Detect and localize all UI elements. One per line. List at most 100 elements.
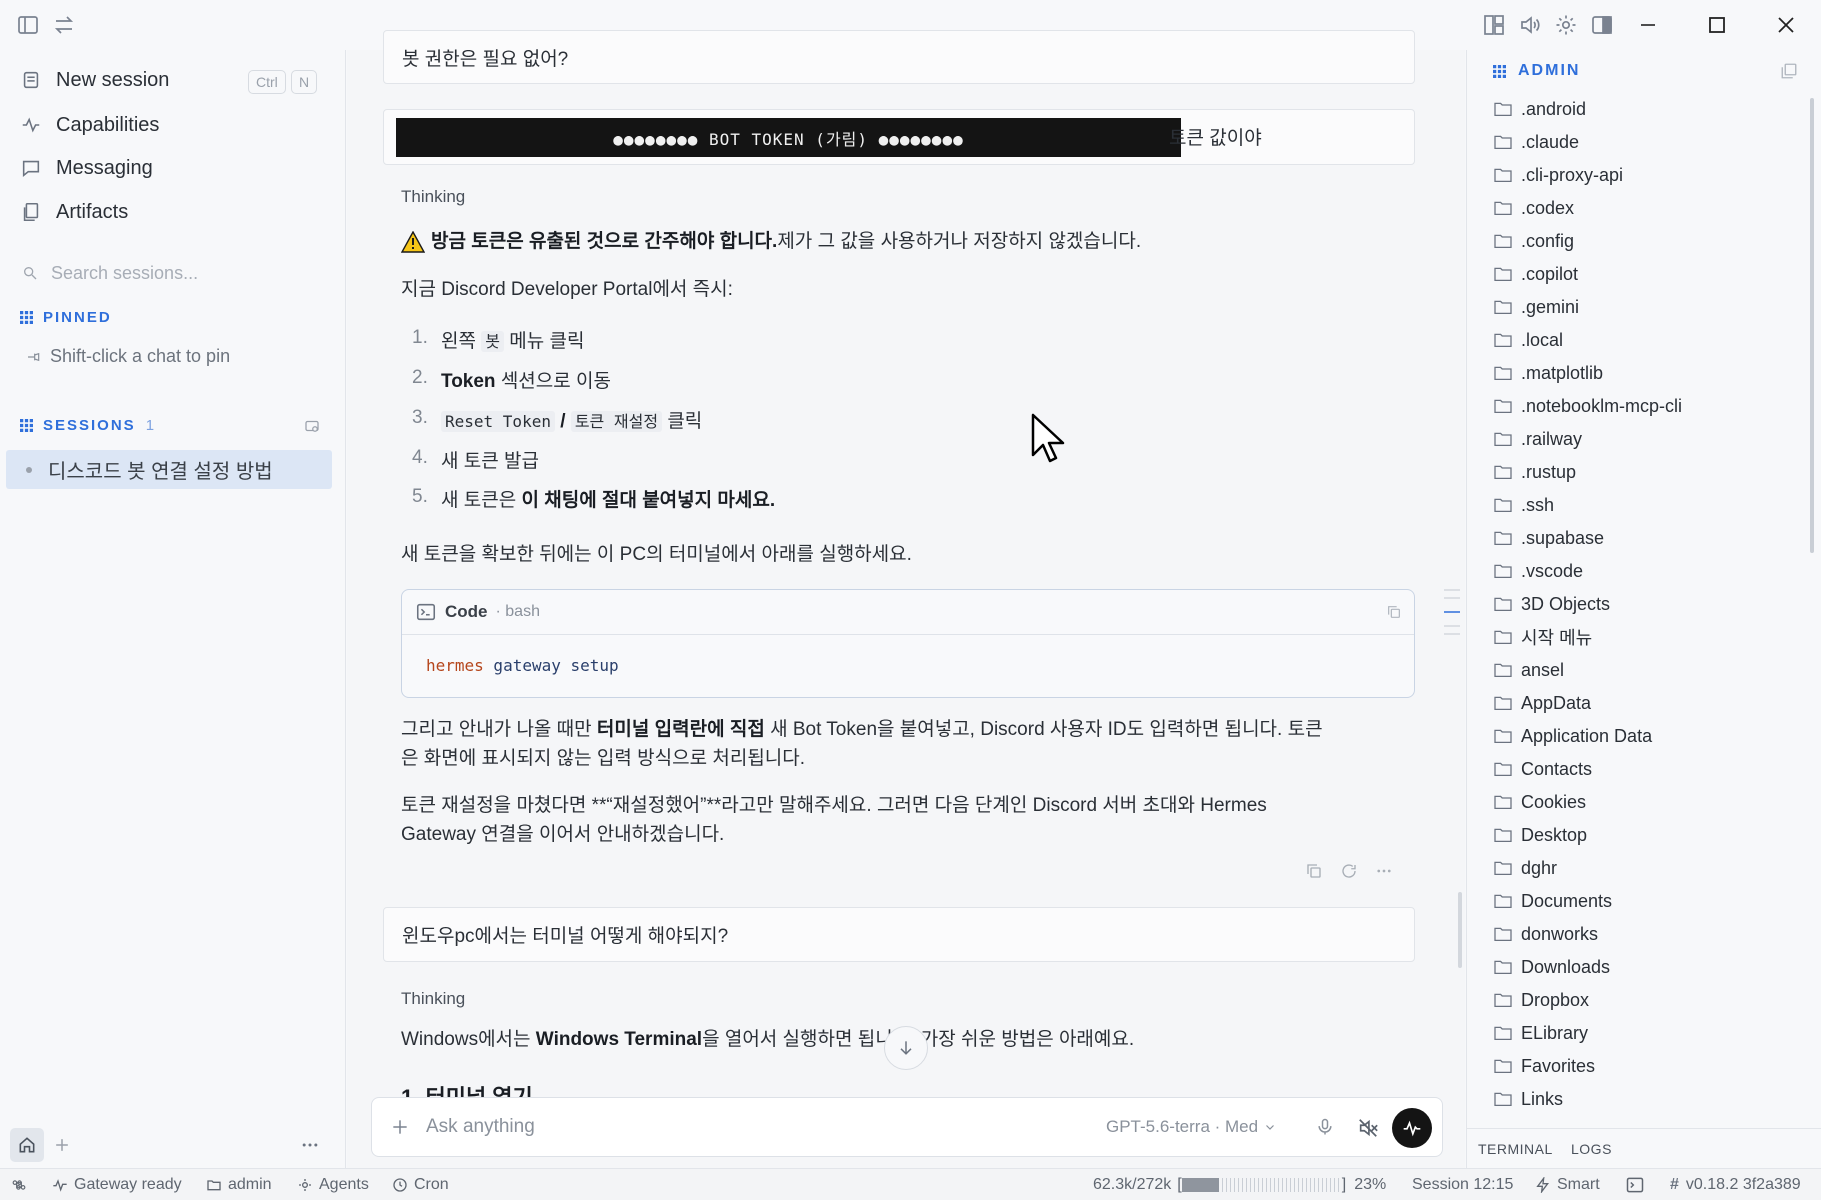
copy-code-icon[interactable]	[1386, 604, 1402, 620]
folder-item[interactable]: ELibrary	[1493, 1018, 1588, 1048]
add-tab-icon[interactable]	[52, 1135, 72, 1155]
chat-scrollbar-thumb[interactable]	[1458, 892, 1462, 968]
pinned-hint-text: Shift-click a chat to pin	[50, 346, 231, 366]
session-item[interactable]: 디스코드 봇 연결 설정 방법	[6, 450, 332, 489]
folder-item[interactable]: Links	[1493, 1084, 1563, 1114]
folder-label: 시작 메뉴	[1521, 628, 1593, 648]
model-select[interactable]: GPT-5.6-terra · Med	[1106, 1117, 1276, 1137]
folder-item[interactable]: .railway	[1493, 424, 1582, 454]
terminal-toggle-icon[interactable]	[1625, 1169, 1645, 1200]
folder-item[interactable]: Application Data	[1493, 721, 1652, 751]
folder-item[interactable]: .codex	[1493, 193, 1574, 223]
folder-item[interactable]: .ssh	[1493, 490, 1554, 520]
more-icon[interactable]	[300, 1135, 320, 1155]
sessions-header: SESSIONS 1	[20, 417, 156, 434]
step-number: 1.	[412, 327, 428, 348]
folder-label: Contacts	[1521, 758, 1593, 779]
message-minimap[interactable]	[1444, 588, 1460, 636]
folder-item[interactable]: 3D Objects	[1493, 589, 1610, 619]
session-settings-icon[interactable]	[303, 417, 321, 435]
scroll-to-bottom-button[interactable]	[884, 1026, 928, 1070]
warning-rest: 제가 그 값을 사용하거나 저장하지 않겠습니다.	[777, 231, 1142, 252]
folder-icon	[1493, 134, 1521, 150]
folder-item[interactable]: .cli-proxy-api	[1493, 160, 1623, 190]
tab-logs[interactable]: LOGS	[1571, 1141, 1612, 1157]
gateway-status[interactable]: Gateway ready	[52, 1169, 182, 1200]
capabilities-icon	[20, 114, 42, 136]
code-title: Code	[445, 602, 488, 621]
folder-item[interactable]: Desktop	[1493, 820, 1587, 850]
new-session-button[interactable]: New session	[20, 62, 169, 98]
search-sessions[interactable]: Search sessions...	[22, 258, 322, 288]
folder-item[interactable]: Downloads	[1493, 952, 1610, 982]
explorer-scrollbar-thumb[interactable]	[1810, 98, 1814, 553]
folder-item[interactable]: .supabase	[1493, 523, 1604, 553]
swap-icon[interactable]	[52, 13, 76, 37]
step-number: 3.	[412, 407, 428, 428]
context-progress-fill	[1181, 1178, 1219, 1192]
mode-status[interactable]: Smart	[1535, 1169, 1600, 1200]
folder-item[interactable]: Contacts	[1493, 754, 1592, 784]
attach-plus-icon[interactable]	[390, 1117, 410, 1137]
sidebar-item-artifacts[interactable]: Artifacts	[20, 194, 128, 230]
folder-item[interactable]: Favorites	[1493, 1051, 1595, 1081]
collapse-all-icon[interactable]	[1780, 62, 1798, 80]
sidebar-item-messaging[interactable]: Messaging	[20, 150, 153, 186]
paragraph-2: 토큰 재설정을 마쳤다면 **“재설정했어”**라고만 말해주세요. 그러면 다…	[401, 795, 1267, 845]
maximize-icon[interactable]	[1705, 13, 1729, 37]
workspace-status[interactable]: admin	[206, 1169, 272, 1200]
folder-item[interactable]: dghr	[1493, 853, 1557, 883]
step-number: 5.	[412, 486, 428, 507]
folder-item[interactable]: .local	[1493, 325, 1563, 355]
code-args: gateway setup	[483, 656, 619, 675]
explorer-scrollbar[interactable]	[1810, 98, 1814, 1118]
folder-item[interactable]: 시작 메뉴	[1493, 622, 1592, 652]
folder-item[interactable]: Cookies	[1493, 787, 1586, 817]
minimize-icon[interactable]	[1636, 13, 1660, 37]
status-bar: Gateway ready admin Agents Cron 62.3k/27…	[0, 1168, 1821, 1200]
folder-label: .copilot	[1521, 263, 1579, 284]
sessions-grid-icon	[20, 419, 33, 432]
copy-message-icon[interactable]	[1305, 862, 1323, 880]
agents-status[interactable]: Agents	[297, 1169, 369, 1200]
folder-item[interactable]: Documents	[1493, 886, 1612, 916]
cron-status[interactable]: Cron	[392, 1169, 449, 1200]
folder-item[interactable]: .rustup	[1493, 457, 1576, 487]
folder-item[interactable]: .claude	[1493, 127, 1579, 157]
folder-item[interactable]: .config	[1493, 226, 1574, 256]
right-panel-toggle-icon[interactable]	[1590, 13, 1614, 37]
home-button[interactable]	[10, 1128, 44, 1162]
message-input[interactable]: Ask anything	[426, 1116, 535, 1138]
close-icon[interactable]	[1774, 13, 1798, 37]
folder-item[interactable]: donworks	[1493, 919, 1598, 949]
microphone-icon[interactable]	[1315, 1117, 1335, 1137]
folder-icon	[1493, 827, 1521, 843]
search-input[interactable]: Search sessions...	[51, 263, 198, 284]
command-icon[interactable]	[12, 1169, 26, 1200]
tab-terminal[interactable]: TERMINAL	[1478, 1141, 1553, 1157]
folder-item[interactable]: .matplotlib	[1493, 358, 1603, 388]
gear-icon[interactable]	[1554, 13, 1578, 37]
volume-icon[interactable]	[1518, 13, 1542, 37]
folder-item[interactable]: AppData	[1493, 688, 1591, 718]
folder-item[interactable]: .android	[1493, 94, 1586, 124]
mute-icon[interactable]	[1357, 1117, 1379, 1139]
explorer-root[interactable]: ADMIN	[1493, 62, 1580, 80]
hash-icon: #	[1670, 1176, 1679, 1193]
sidebar-toggle-icon[interactable]	[16, 13, 40, 37]
folder-label: .gemini	[1521, 296, 1580, 317]
sidebar-item-capabilities[interactable]: Capabilities	[20, 107, 159, 143]
after-steps-text: 새 토큰을 확보한 뒤에는 이 PC의 터미널에서 아래를 실행하세요.	[401, 544, 912, 565]
folder-item[interactable]: Dropbox	[1493, 985, 1589, 1015]
regenerate-icon[interactable]	[1340, 862, 1358, 880]
folder-item[interactable]: .gemini	[1493, 292, 1579, 322]
voice-mode-button[interactable]	[1392, 1108, 1432, 1148]
layout-icon[interactable]	[1482, 13, 1506, 37]
user-message-token: ●●●●●●●● BOT TOKEN (가림) ●●●●●●●● 토큰 값이야	[383, 109, 1415, 165]
folder-item[interactable]: .vscode	[1493, 556, 1583, 586]
folder-item[interactable]: .copilot	[1493, 259, 1578, 289]
folder-item[interactable]: .notebooklm-mcp-cli	[1493, 391, 1682, 421]
message-icon	[20, 157, 42, 179]
folder-item[interactable]: ansel	[1493, 655, 1564, 685]
message-more-icon[interactable]	[1375, 862, 1393, 880]
